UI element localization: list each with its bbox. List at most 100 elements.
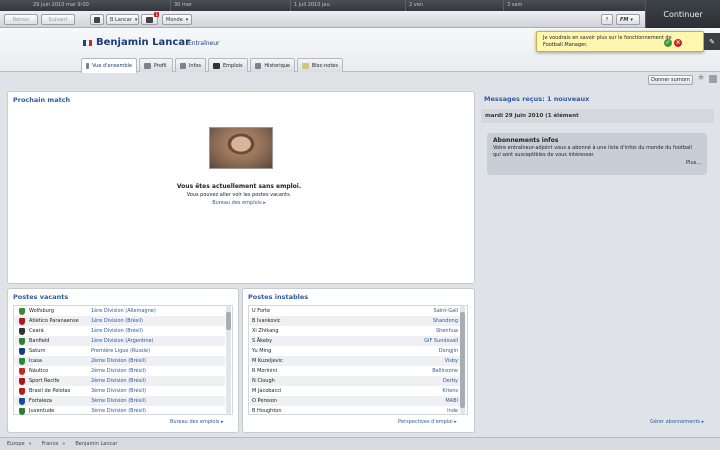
division-link[interactable]: 3ème Division (Brésil): [91, 398, 146, 404]
club-link[interactable]: Bellinzone: [432, 368, 458, 374]
division-link[interactable]: 2ème Division (Brésil): [91, 368, 146, 374]
dismiss-icon[interactable]: ×: [674, 39, 682, 47]
job-centre-link[interactable]: Bureau des emplois ▸: [8, 200, 470, 206]
division-link[interactable]: 1ère Division (Argentine): [91, 338, 154, 344]
table-row[interactable]: Sport Recife 2ème Division (Brésil): [15, 376, 225, 386]
vacancies-scrollbar[interactable]: [226, 306, 231, 414]
tab-notepad[interactable]: Bloc-notes: [297, 58, 343, 72]
back-button[interactable]: Retour: [4, 14, 38, 25]
club-link[interactable]: Dongjin: [439, 348, 458, 354]
accept-icon[interactable]: ✓: [664, 39, 672, 47]
vacancies-list: Wolfsburg 1ère Division (Allemagne) Atléti…: [13, 305, 233, 415]
tab-label: Profil: [154, 62, 167, 69]
club-link[interactable]: Inde: [447, 408, 458, 414]
manager-name[interactable]: B Ivankovic: [252, 318, 281, 324]
gear-icon[interactable]: [709, 75, 717, 83]
tab-overview[interactable]: Vue d'ensemble: [81, 58, 137, 73]
star-icon[interactable]: ★: [697, 73, 705, 83]
club-badge-icon: [19, 407, 25, 415]
division-link[interactable]: 1ère Division (Brésil): [91, 328, 143, 334]
table-row[interactable]: M Kuzeljevic Visby: [250, 356, 460, 366]
club-link[interactable]: Kriens: [442, 388, 458, 394]
manager-name[interactable]: Xi Zhikang: [252, 328, 279, 334]
panel-title: Messages reçus: 1 nouveaux: [484, 95, 590, 103]
help-notification[interactable]: Je voudrais en savoir plus sur le foncti…: [536, 31, 704, 52]
scroll-thumb[interactable]: [226, 312, 231, 330]
table-row[interactable]: S Åkeby GIF Sundsvall: [250, 336, 460, 346]
manager-name[interactable]: R Morinini: [252, 368, 277, 374]
inbox-count-badge: 1: [154, 12, 159, 17]
table-row[interactable]: U Forte Saint-Gall: [250, 306, 460, 316]
manage-subscriptions-link[interactable]: Gérer abonnements ▸: [650, 419, 704, 425]
table-row[interactable]: Banfield 1ère Division (Argentine): [15, 336, 225, 346]
table-row[interactable]: Icasa 2ème Division (Brésil): [15, 356, 225, 366]
unstable-scrollbar[interactable]: [460, 306, 465, 414]
nickname-button[interactable]: Donner surnom: [648, 75, 693, 85]
division-link[interactable]: Première Ligue (Russie): [91, 348, 150, 354]
france-flag-icon: [83, 40, 92, 46]
table-row[interactable]: O Persson MABI: [250, 396, 460, 406]
home-button[interactable]: [90, 14, 104, 25]
club-link[interactable]: Visby: [445, 358, 458, 364]
table-row[interactable]: Saturn Première Ligue (Russie): [15, 346, 225, 356]
chevron-down-icon: ▾: [630, 16, 633, 23]
table-row[interactable]: Yu Ming Dongjin: [250, 346, 460, 356]
world-menu[interactable]: Monde ▾: [162, 14, 192, 25]
continue-button[interactable]: Continuer: [645, 0, 720, 28]
job-prospects-link[interactable]: Perspectives d'emploi ▸: [398, 419, 457, 425]
fm-menu[interactable]: FM ▾: [616, 14, 640, 25]
club-link[interactable]: Shenhua: [436, 328, 458, 334]
inbox-button[interactable]: 1: [141, 12, 159, 25]
division-link[interactable]: 1ère Division (Brésil): [91, 318, 143, 324]
table-row[interactable]: B Houghton Inde: [250, 406, 460, 416]
division-link[interactable]: 3ème Division (Brésil): [91, 408, 146, 414]
division-link[interactable]: 3ème Division (Brésil): [91, 388, 146, 394]
table-row[interactable]: Ceará 1ère Division (Brésil): [15, 326, 225, 336]
help-button[interactable]: ?: [601, 14, 613, 25]
manager-name[interactable]: S Åkeby: [252, 338, 272, 344]
table-row[interactable]: Náutico 2ème Division (Brésil): [15, 366, 225, 376]
wrench-icon[interactable]: ✎: [704, 33, 720, 50]
job-centre-link[interactable]: Bureau des emplois ▸: [170, 419, 224, 425]
club-link[interactable]: Shandong: [433, 318, 458, 324]
club-link[interactable]: Saint-Gall: [434, 308, 458, 314]
manager-name[interactable]: M Kuzeljevic: [252, 358, 283, 364]
table-row[interactable]: R Morinini Bellinzone: [250, 366, 460, 376]
table-row[interactable]: B Ivankovic Shandong: [250, 316, 460, 326]
table-row[interactable]: Wolfsburg 1ère Division (Allemagne): [15, 306, 225, 316]
division-link[interactable]: 1ère Division (Allemagne): [91, 308, 156, 314]
profile-menu[interactable]: B Lancar ▾: [106, 14, 139, 25]
table-row[interactable]: N Clough Derby: [250, 376, 460, 386]
tab-news[interactable]: Infos: [175, 58, 206, 72]
table-row[interactable]: Fortaleza 3ème Division (Brésil): [15, 396, 225, 406]
breadcrumb-item[interactable]: Europe: [7, 441, 25, 447]
manager-name[interactable]: N Clough: [252, 378, 275, 384]
tab-jobs[interactable]: Emplois: [208, 58, 248, 72]
scroll-thumb[interactable]: [460, 312, 465, 408]
table-row[interactable]: Brasil de Pelotas 3ème Division (Brésil): [15, 386, 225, 396]
table-row[interactable]: Atlético Paranaense 1ère Division (Brésil…: [15, 316, 225, 326]
table-row[interactable]: Juventude 3ème Division (Brésil): [15, 406, 225, 416]
manager-name[interactable]: U Forte: [252, 308, 270, 314]
breadcrumb-item[interactable]: France: [42, 441, 59, 447]
manager-name[interactable]: M Jacobacci: [252, 388, 281, 394]
division-link[interactable]: 2ème Division (Brésil): [91, 358, 146, 364]
world-menu-label: Monde: [166, 16, 183, 23]
club-link[interactable]: GIF Sundsvall: [424, 338, 458, 344]
club-link[interactable]: Derby: [443, 378, 458, 384]
club-link[interactable]: MABI: [445, 398, 458, 404]
message-item[interactable]: Abonnements infos Votre entraîneur-adjoi…: [487, 133, 707, 175]
manager-name[interactable]: Yu Ming: [252, 348, 271, 354]
timeline-bar[interactable]: 29 juin 2010 mar 9:00 30 mer 1 juil 2010…: [0, 0, 645, 11]
club-badge-icon: [19, 397, 25, 405]
table-row[interactable]: M Jacobacci Kriens: [250, 386, 460, 396]
tab-history[interactable]: Historique: [250, 58, 295, 72]
message-more-link[interactable]: Plus...: [493, 160, 701, 168]
tab-profile[interactable]: Profil: [139, 58, 173, 72]
division-link[interactable]: 2ème Division (Brésil): [91, 378, 146, 384]
forward-button[interactable]: Suivant: [41, 14, 75, 25]
manager-name[interactable]: B Houghton: [252, 408, 282, 414]
manager-name[interactable]: O Persson: [252, 398, 277, 404]
club-name: Juventude: [29, 408, 55, 414]
table-row[interactable]: Xi Zhikang Shenhua: [250, 326, 460, 336]
